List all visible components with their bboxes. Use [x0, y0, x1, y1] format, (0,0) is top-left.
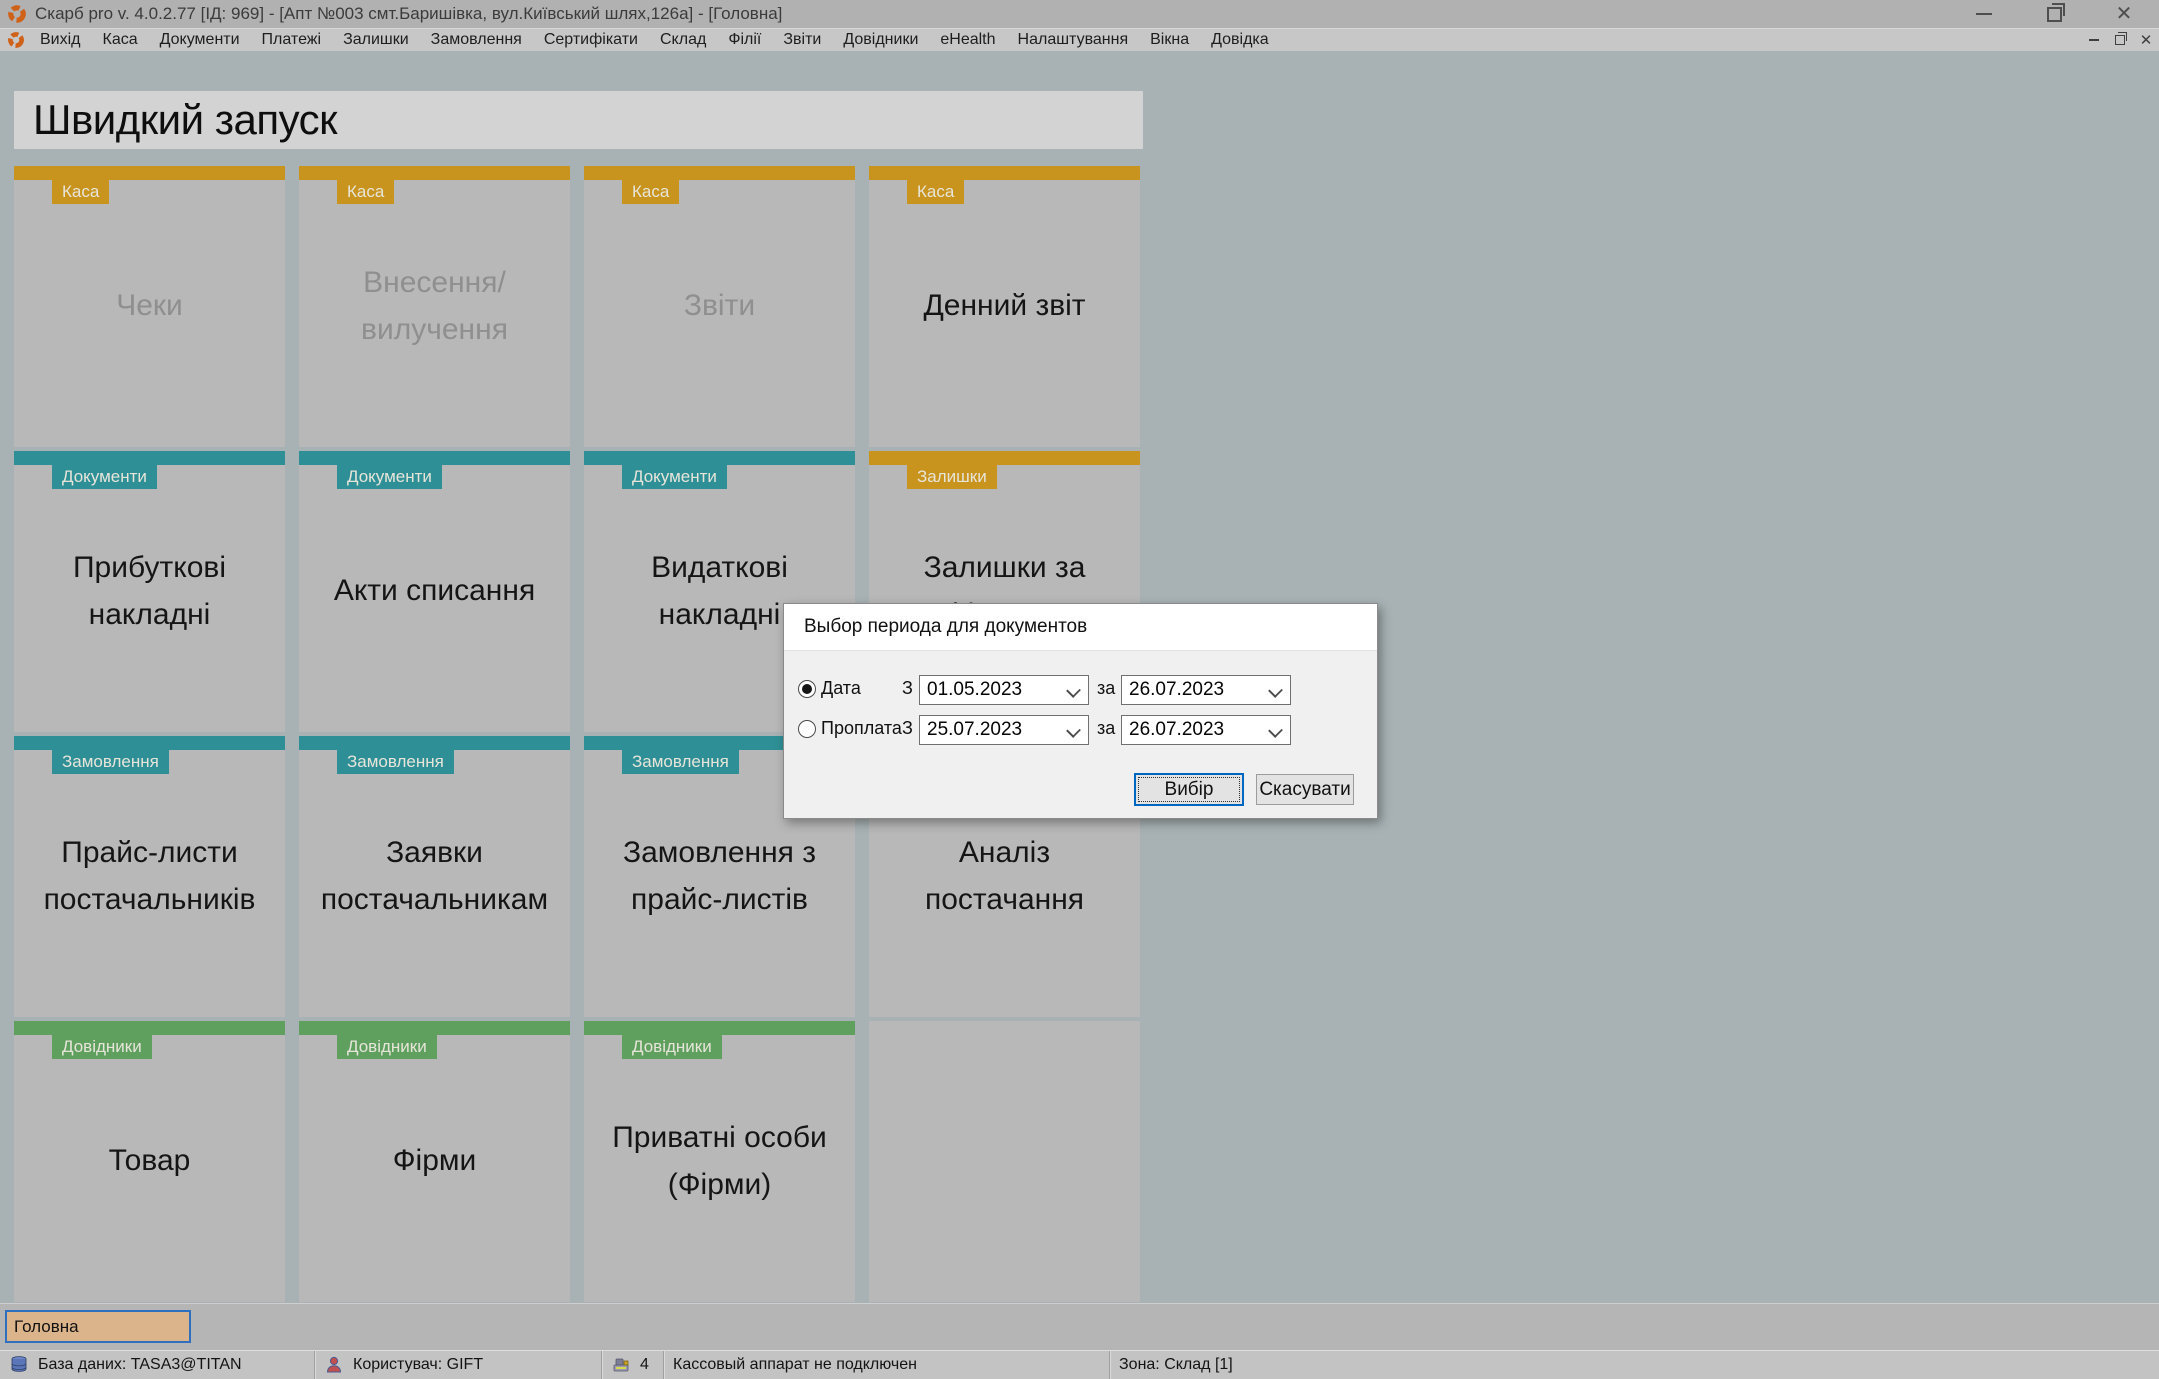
menu-item-налаштування[interactable]: Налаштування	[1007, 29, 1140, 51]
tile[interactable]: ДовідникиТовар	[14, 1021, 285, 1302]
menu-item-філії[interactable]: Філії	[717, 29, 772, 51]
tile-label: Денний звіт	[869, 166, 1140, 447]
tile-label: Заявки постачальникам	[299, 736, 570, 1017]
select-button[interactable]: Вибір	[1134, 773, 1244, 806]
date-from-combo[interactable]: 01.05.2023	[919, 675, 1089, 705]
from-label: З	[902, 678, 913, 699]
title-bar: Скарб pro v. 4.0.2.77 [ІД: 969] - [Апт №…	[0, 0, 2159, 28]
mdi-minimize-button[interactable]	[2081, 39, 2107, 41]
radio-label: Проплата	[821, 718, 902, 739]
menu-item-платежі[interactable]: Платежі	[251, 29, 333, 51]
quick-launch-title: Швидкий запуск	[33, 96, 337, 144]
period-dialog-body: Вибір Скасувати Дата З 01.05.2023 за 26.07.2…	[784, 651, 1377, 819]
tile-label: Приватні особи (Фірми)	[584, 1021, 855, 1302]
tile[interactable]: КасаВнесення/вилучення	[299, 166, 570, 447]
menu-item-документи[interactable]: Документи	[149, 29, 251, 51]
menu-item-вікна[interactable]: Вікна	[1139, 29, 1200, 51]
menu-item-звіти[interactable]: Звіти	[772, 29, 832, 51]
date-to-combo[interactable]: 26.07.2023	[1121, 675, 1291, 705]
tile[interactable]: КасаДенний звіт	[869, 166, 1140, 447]
period-dialog: Выбор периода для документов Вибір Скасу…	[783, 603, 1378, 819]
menu-item-вихід[interactable]: Вихід	[29, 29, 92, 51]
mdi-area: Швидкий запуск КасаЧекиКасаВнесення/вилу…	[0, 51, 2159, 1303]
window-title: Скарб pro v. 4.0.2.77 [ІД: 969] - [Апт №…	[35, 4, 782, 24]
tab-holovna[interactable]: Головна	[5, 1310, 191, 1343]
to-label: за	[1097, 718, 1115, 739]
tile[interactable]: КасаЧеки	[14, 166, 285, 447]
menu-item-довідка[interactable]: Довідка	[1200, 29, 1280, 51]
cancel-button[interactable]: Скасувати	[1256, 774, 1354, 805]
mdi-restore-button[interactable]	[2107, 35, 2133, 45]
payment-to-combo[interactable]: 26.07.2023	[1121, 715, 1291, 745]
minimize-button[interactable]	[1949, 0, 2019, 28]
to-label: за	[1097, 678, 1115, 699]
chevron-down-icon	[1268, 683, 1283, 698]
restore-button[interactable]	[2019, 0, 2089, 28]
tile-label: Звіти	[584, 166, 855, 447]
tile[interactable]: ДовідникиФірми	[299, 1021, 570, 1302]
menu-bar: ВихідКасаДокументиПлатежіЗалишкиЗамовлен…	[0, 28, 2159, 51]
menu-item-каса[interactable]: Каса	[92, 29, 149, 51]
tile-label: Чеки	[14, 166, 285, 447]
period-dialog-title: Выбор периода для документов	[784, 604, 1377, 651]
app-logo-icon	[7, 4, 27, 24]
menu-item-залишки[interactable]: Залишки	[332, 29, 420, 51]
tab-strip: Головна	[0, 1303, 2159, 1350]
radio-label: Дата	[821, 678, 861, 699]
database-icon	[9, 1355, 29, 1375]
radio-payment[interactable]	[798, 720, 816, 738]
chevron-down-icon	[1268, 723, 1283, 738]
close-button[interactable]: ✕	[2089, 0, 2159, 28]
tile	[869, 1021, 1140, 1302]
tile-label: Прибуткові накладні	[14, 451, 285, 732]
tile-label: Акти списання	[299, 451, 570, 732]
radio-date[interactable]	[798, 680, 816, 698]
mdi-close-button[interactable]: ✕	[2133, 33, 2159, 48]
chevron-down-icon	[1066, 723, 1081, 738]
menu-item-ehealth[interactable]: eHealth	[929, 29, 1006, 51]
period-row: Дата З 01.05.2023 за 26.07.2023	[784, 675, 1377, 705]
tile-label: Внесення/вилучення	[299, 166, 570, 447]
user-icon	[324, 1355, 344, 1375]
quick-launch-header: Швидкий запуск	[14, 91, 1143, 149]
tile-label: Фірми	[299, 1021, 570, 1302]
tile-label	[869, 1021, 1140, 1302]
tile[interactable]: ДокументиПрибуткові накладні	[14, 451, 285, 732]
payment-from-combo[interactable]: 25.07.2023	[919, 715, 1089, 745]
tile[interactable]: ЗамовленняПрайс-листи постачальників	[14, 736, 285, 1017]
from-label: З	[902, 718, 913, 739]
tile-label: Товар	[14, 1021, 285, 1302]
menu-item-довідники[interactable]: Довідники	[832, 29, 929, 51]
tile-label: Прайс-листи постачальників	[14, 736, 285, 1017]
tile[interactable]: ДовідникиПриватні особи (Фірми)	[584, 1021, 855, 1302]
menu-item-сертифікати[interactable]: Сертифікати	[533, 29, 649, 51]
app-logo-icon	[7, 31, 25, 49]
period-row: ПроплатаЗ 25.07.2023 за 26.07.2023	[784, 715, 1377, 745]
cash-register-icon	[611, 1355, 631, 1375]
tile[interactable]: ЗамовленняЗаявки постачальникам	[299, 736, 570, 1017]
chevron-down-icon	[1066, 683, 1081, 698]
menu-item-склад[interactable]: Склад	[649, 29, 717, 51]
tile[interactable]: КасаЗвіти	[584, 166, 855, 447]
tile[interactable]: ДокументиАкти списання	[299, 451, 570, 732]
menu-item-замовлення[interactable]: Замовлення	[420, 29, 533, 51]
